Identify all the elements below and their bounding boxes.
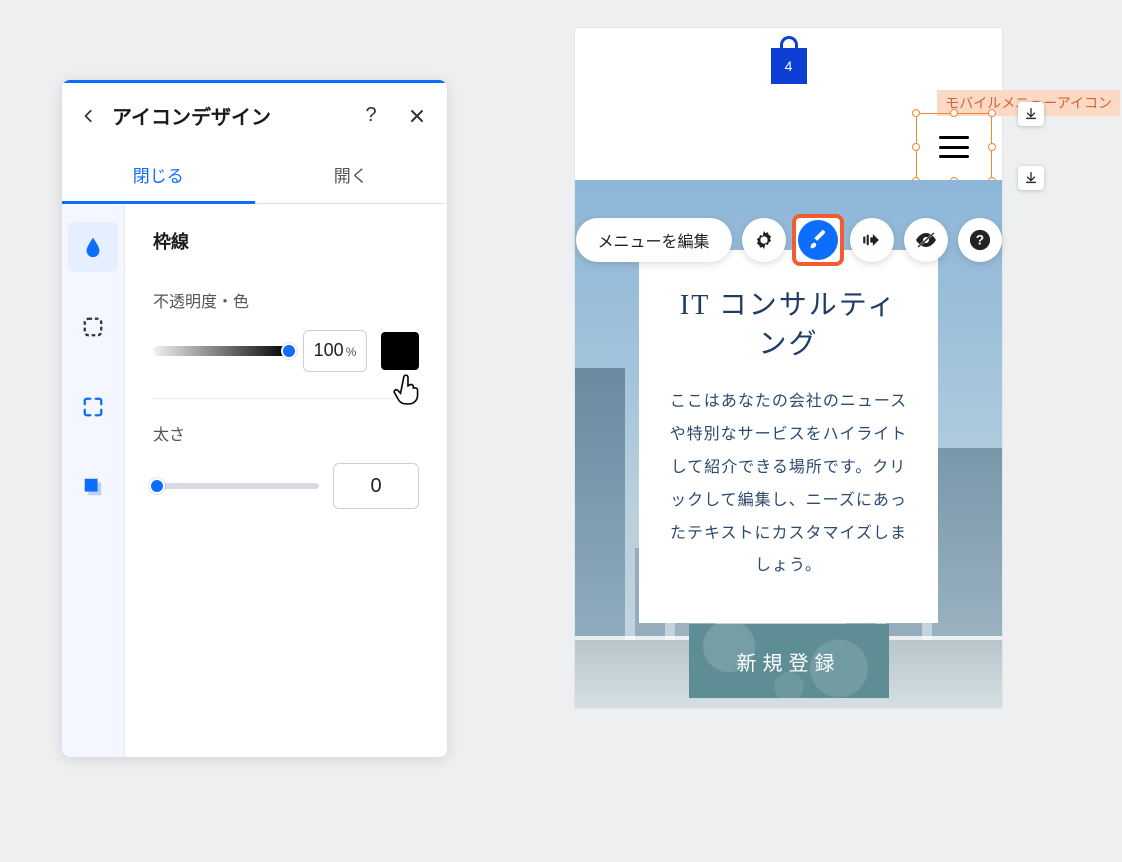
- hamburger-icon[interactable]: [939, 136, 969, 158]
- back-button[interactable]: [76, 103, 102, 129]
- cart-widget[interactable]: 4: [771, 48, 807, 84]
- thickness-value-number: 0: [370, 475, 381, 498]
- download-pill-bottom[interactable]: [1018, 166, 1044, 190]
- hero-card-body: ここはあなたの会社のニュースや特別なサービスをハイライトして紹介できる場所です。…: [667, 386, 910, 583]
- side-icon-rail: [62, 204, 124, 757]
- mobile-preview: 4 モバイルメニューアイコン メニューを編集: [575, 28, 1002, 708]
- opacity-row: 100 %: [153, 330, 419, 372]
- thickness-value-input[interactable]: 0: [333, 463, 419, 509]
- panel-header-actions: ?: [359, 104, 429, 128]
- tab-close-state[interactable]: 閉じる: [62, 148, 255, 203]
- thickness-label: 太さ: [153, 421, 419, 445]
- opacity-color-label: 不透明度・色: [153, 288, 419, 312]
- panel-close-button[interactable]: [405, 104, 429, 128]
- cta-label: 新規登録: [737, 647, 841, 676]
- cart-count: 4: [785, 58, 793, 74]
- divider: [153, 398, 419, 399]
- chevron-left-icon: [82, 109, 96, 123]
- panel-title: アイコンデザイン: [112, 101, 349, 130]
- thickness-slider[interactable]: [153, 483, 319, 489]
- panel-header: アイコンデザイン ?: [62, 83, 447, 148]
- help-icon[interactable]: ?: [958, 218, 1002, 262]
- brush-icon[interactable]: [796, 218, 840, 262]
- shadow-icon[interactable]: [68, 462, 118, 512]
- edit-menu-button[interactable]: メニューを編集: [575, 218, 731, 262]
- panel-tabs: 閉じる 開く: [62, 148, 447, 204]
- panel-content: 枠線 不透明度・色 100 % 太さ: [124, 204, 447, 757]
- element-toolbar: メニューを編集 ?: [575, 218, 1001, 262]
- download-controls: [1018, 102, 1044, 190]
- resize-handle[interactable]: [988, 109, 996, 117]
- opacity-value-unit: %: [346, 345, 357, 359]
- download-pill-top[interactable]: [1018, 102, 1044, 126]
- tab-open-state[interactable]: 開く: [255, 148, 448, 203]
- panel-body: 枠線 不透明度・色 100 % 太さ: [62, 204, 447, 757]
- cursor-hand-icon: [391, 372, 425, 406]
- border-dashed-icon[interactable]: [68, 302, 118, 352]
- visibility-off-icon[interactable]: [904, 218, 948, 262]
- mobile-header: 4 モバイルメニューアイコン: [575, 28, 1002, 180]
- thickness-row: 0: [153, 463, 419, 509]
- hero-card-title: IT コンサルティング: [667, 286, 910, 364]
- cta-button[interactable]: 新規登録: [689, 624, 889, 698]
- section-title: 枠線: [153, 228, 419, 254]
- resize-handle[interactable]: [912, 109, 920, 117]
- corners-icon[interactable]: [68, 382, 118, 432]
- panel-help-button[interactable]: ?: [359, 104, 383, 128]
- color-swatch[interactable]: [381, 332, 419, 370]
- svg-text:?: ?: [975, 233, 983, 248]
- animation-icon[interactable]: [850, 218, 894, 262]
- download-icon: [1024, 171, 1038, 185]
- close-icon: [410, 109, 424, 123]
- resize-handle[interactable]: [912, 143, 920, 151]
- opacity-value-input[interactable]: 100 %: [303, 330, 367, 372]
- icon-design-panel: アイコンデザイン ? 閉じる 開く 枠線: [62, 80, 447, 757]
- hamburger-selection-box[interactable]: [916, 113, 992, 181]
- opacity-slider-knob[interactable]: [281, 343, 297, 359]
- opacity-slider[interactable]: [153, 346, 289, 356]
- download-icon: [1024, 107, 1038, 121]
- gear-icon[interactable]: [742, 218, 786, 262]
- thickness-slider-knob[interactable]: [149, 478, 165, 494]
- shopping-bag-icon: 4: [771, 48, 807, 84]
- resize-handle[interactable]: [950, 109, 958, 117]
- fill-icon[interactable]: [68, 222, 118, 272]
- hero-card[interactable]: IT コンサルティング ここはあなたの会社のニュースや特別なサービスをハイライト…: [639, 250, 938, 623]
- opacity-value-number: 100: [314, 340, 344, 361]
- resize-handle[interactable]: [988, 143, 996, 151]
